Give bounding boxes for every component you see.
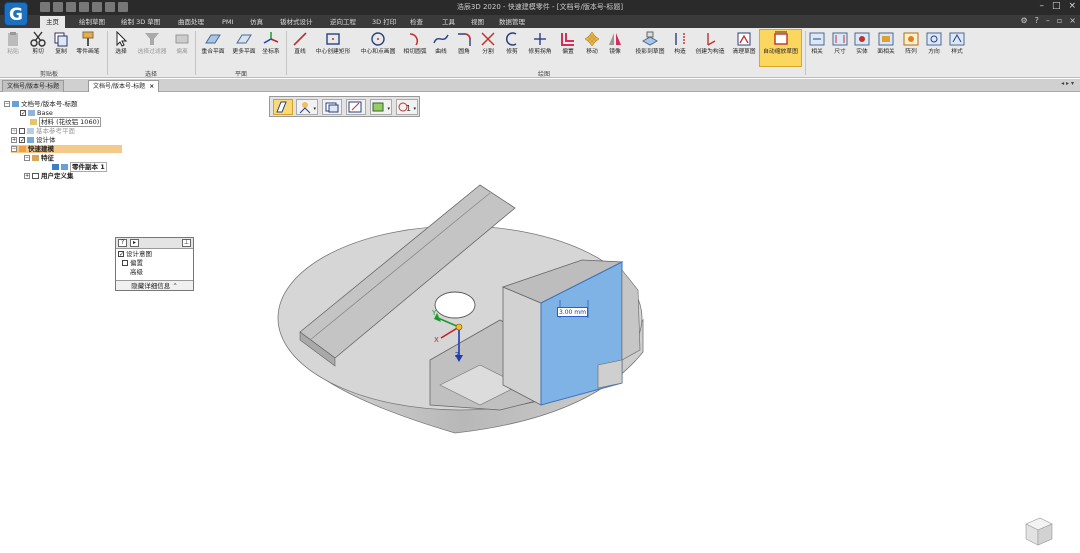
hole[interactable] — [434, 291, 476, 319]
x-axis-label: X — [434, 336, 439, 344]
model-viewport[interactable] — [0, 0, 1080, 553]
app-logo[interactable]: G — [4, 2, 28, 26]
block-notch — [597, 359, 623, 389]
view-cube[interactable] — [1018, 510, 1058, 550]
y-axis-label: Y — [432, 309, 437, 317]
dimension-value-box[interactable]: 3.00 mm — [557, 307, 588, 317]
block-side[interactable] — [502, 286, 542, 406]
triad-origin[interactable] — [455, 323, 463, 331]
edge-step — [621, 269, 641, 361]
z-axis-label: Z — [455, 351, 460, 359]
